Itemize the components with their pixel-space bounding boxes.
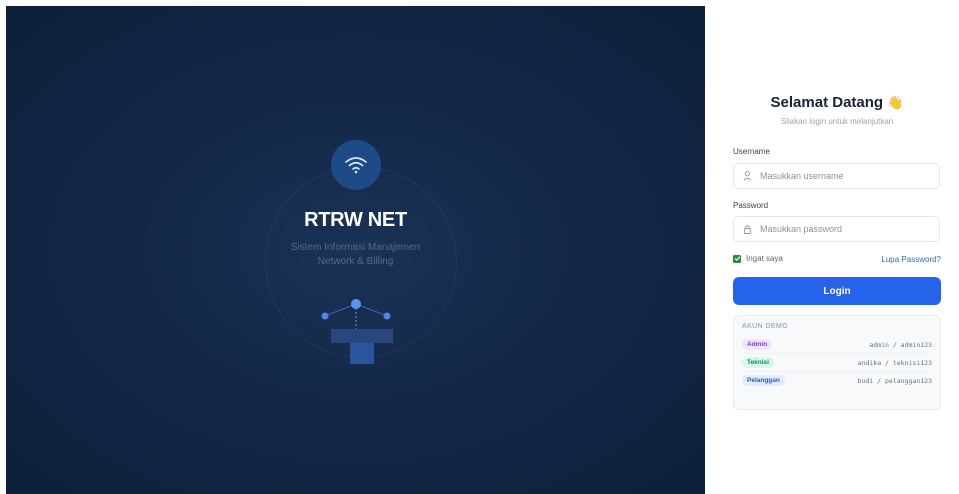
demo-title: AKUN DEMO <box>742 323 788 330</box>
username-input[interactable] <box>758 170 932 182</box>
welcome-subtitle: Silakan login untuk melanjutkan <box>780 117 894 126</box>
demo-credentials: andika / teknisi123 <box>857 358 932 367</box>
role-badge: Pelanggan <box>742 375 785 386</box>
demo-account-row[interactable]: Admin admin / admin123 <box>742 336 932 354</box>
password-field[interactable] <box>733 216 940 242</box>
demo-credentials: admin / admin123 <box>869 340 932 349</box>
role-badge: Admin <box>742 339 773 350</box>
brand-panel: RTRW NET Sistem Informasi Manajemen Netw… <box>6 6 705 494</box>
tagline-line-1: Sistem Informasi Manajemen <box>290 242 421 253</box>
lock-icon <box>743 225 752 234</box>
network-topology-icon <box>321 299 393 364</box>
tagline-line-2: Network & Billing <box>317 256 394 267</box>
wifi-icon <box>331 140 381 190</box>
demo-account-row[interactable]: Pelanggan budi / pelanggan123 <box>742 372 932 389</box>
remember-me[interactable]: Ingat saya <box>733 254 783 263</box>
role-badge: Teknisi <box>742 357 774 368</box>
waving-hand-icon: 👋 <box>887 95 904 110</box>
demo-account-row[interactable]: Teknisi andika / teknisi123 <box>742 354 932 372</box>
check-icon <box>734 256 740 261</box>
password-label: Password <box>733 201 769 210</box>
username-field[interactable] <box>733 163 940 189</box>
demo-credentials: budi / pelanggan123 <box>857 376 932 385</box>
login-panel: Selamat Datang 👋 Silakan login untuk mel… <box>732 0 942 494</box>
password-input[interactable] <box>758 223 932 235</box>
welcome-title: Selamat Datang <box>770 94 884 111</box>
user-icon <box>743 171 752 181</box>
remember-label: Ingat saya <box>746 254 783 263</box>
demo-accounts-card: AKUN DEMO Admin admin / admin123 Teknisi… <box>733 315 941 410</box>
login-button[interactable]: Login <box>733 277 941 305</box>
forgot-password-link[interactable]: Lupa Password? <box>881 255 941 264</box>
welcome-heading: Selamat Datang 👋 <box>732 94 942 111</box>
brand-tagline: Sistem Informasi Manajemen Network & Bil… <box>6 241 705 269</box>
username-label: Username <box>733 147 770 156</box>
brand-name: RTRW NET <box>304 209 407 231</box>
remember-checkbox[interactable] <box>733 254 741 263</box>
